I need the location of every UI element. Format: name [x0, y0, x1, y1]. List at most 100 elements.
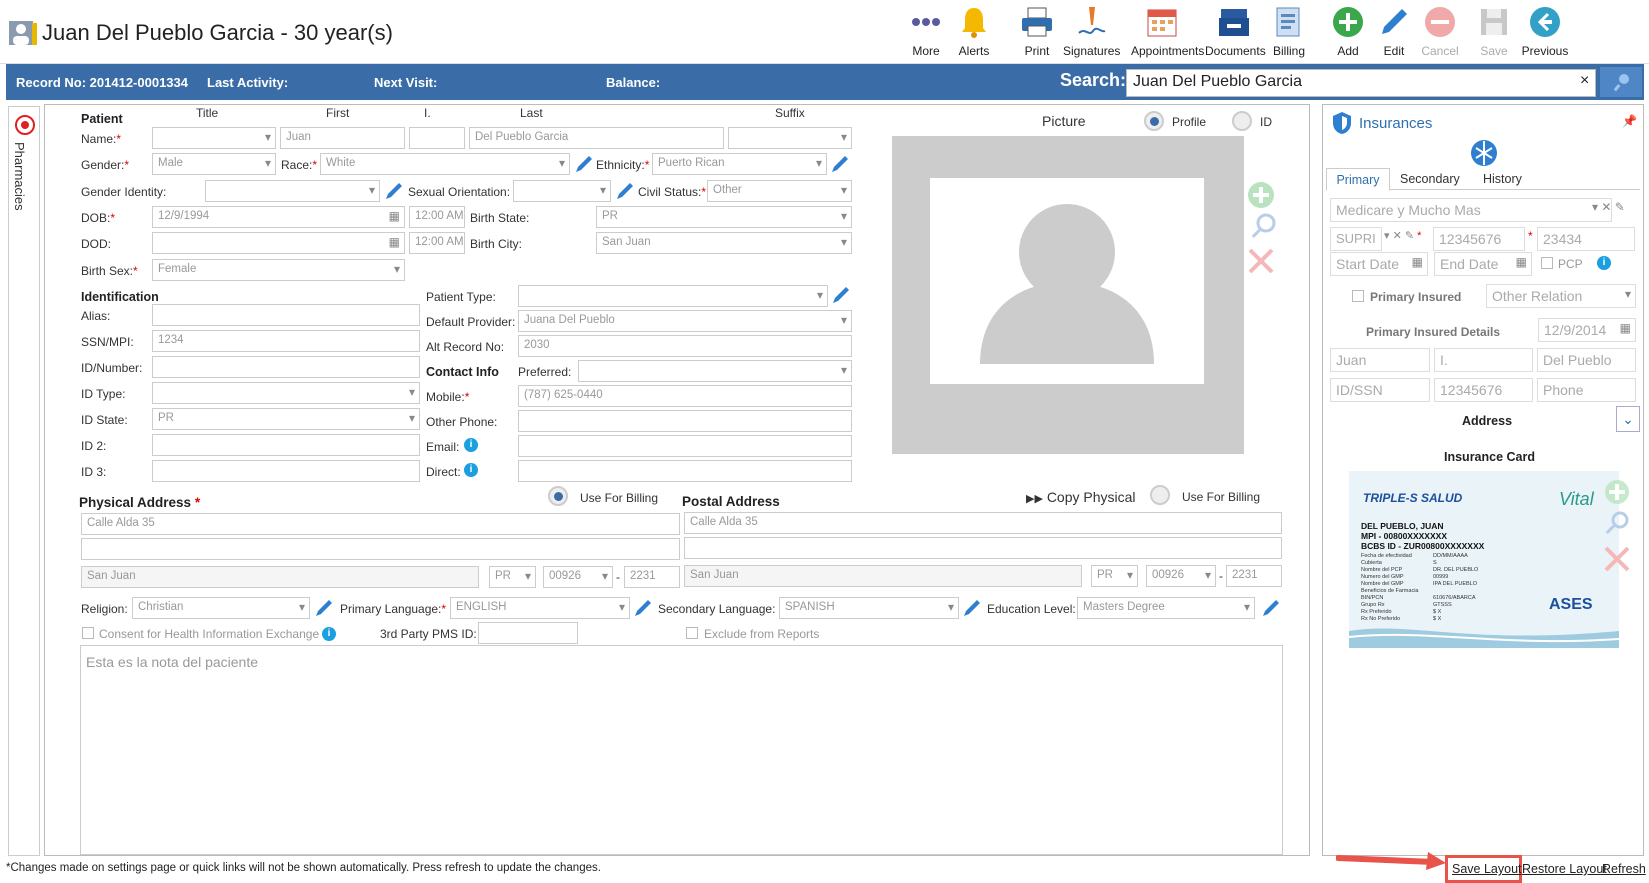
postal-line2-input[interactable] — [684, 537, 1282, 559]
postal-billing-radio[interactable] — [1150, 485, 1170, 505]
code-actions-icon[interactable]: ▾ ✕ ✎ * — [1384, 229, 1421, 242]
secondary-language-select[interactable]: SPANISH — [779, 597, 959, 619]
suffix-select[interactable] — [728, 127, 852, 149]
primary-language-select[interactable]: ENGLISH — [450, 597, 630, 619]
idtype-select[interactable] — [152, 382, 420, 404]
pharmacies-tab[interactable]: Pharmacies — [12, 142, 27, 211]
idnumber-input[interactable] — [152, 356, 420, 378]
zoom-card-icon[interactable] — [1603, 510, 1631, 541]
physical-zip-select[interactable]: 00926 — [543, 566, 613, 588]
id2-input[interactable] — [152, 434, 420, 456]
secondary-language-edit-icon[interactable] — [962, 598, 982, 618]
patient-notes-textarea[interactable]: Esta es la nota del paciente — [80, 645, 1283, 855]
physical-line1-input[interactable]: Calle Alda 35 — [81, 513, 680, 535]
alias-input[interactable] — [152, 304, 420, 326]
postal-line1-input[interactable]: Calle Alda 35 — [684, 512, 1282, 534]
insurance-globe-icon[interactable] — [1470, 139, 1498, 170]
direct-info-icon[interactable]: i — [464, 463, 478, 477]
clear-search-button[interactable]: × — [1580, 72, 1589, 90]
pin-icon[interactable]: 📌 — [1622, 114, 1637, 128]
id-radio[interactable] — [1232, 111, 1252, 131]
restore-layout-link[interactable]: Restore Layout — [1522, 862, 1607, 876]
dod-input[interactable] — [152, 232, 405, 254]
birth-sex-select[interactable]: Female — [152, 259, 405, 281]
delete-card-icon[interactable] — [1603, 545, 1631, 576]
ssn-input[interactable]: 1234 — [152, 330, 420, 352]
sexual-orientation-edit-icon[interactable] — [615, 181, 635, 201]
civil-status-select[interactable]: Other — [707, 180, 852, 202]
other-relation-select[interactable]: Other Relation — [1486, 284, 1636, 308]
first-name-input[interactable]: Juan — [280, 127, 405, 149]
email-input[interactable] — [518, 435, 852, 457]
plan-actions-icon[interactable]: ▾ ✕ ✎ — [1592, 200, 1625, 214]
postal-city-input[interactable]: San Juan — [684, 565, 1082, 587]
gender-identity-select[interactable] — [205, 180, 380, 202]
ethnicity-edit-icon[interactable] — [830, 154, 850, 174]
physical-zip4-input[interactable]: 2231 — [624, 566, 680, 588]
dob-time-input[interactable]: 12:00 AM — [409, 206, 465, 228]
delete-picture-icon[interactable] — [1246, 246, 1276, 279]
insured-dob-input[interactable]: 12/9/2014 — [1538, 318, 1636, 342]
cancel-button[interactable]: Cancel — [1412, 4, 1468, 58]
patient-type-select[interactable] — [518, 285, 828, 307]
insured-first-input[interactable]: Juan — [1330, 348, 1430, 372]
insured-id-input[interactable]: 12345676 — [1434, 378, 1533, 402]
other-phone-input[interactable] — [518, 410, 852, 432]
primary-insured-checkbox[interactable] — [1352, 290, 1364, 302]
physical-line2-input[interactable] — [81, 538, 680, 560]
gender-select[interactable]: Male — [152, 153, 276, 175]
birth-state-select[interactable]: PR — [596, 206, 852, 228]
pcp-info-icon[interactable]: i — [1597, 256, 1611, 270]
pcp-checkbox[interactable] — [1541, 257, 1553, 269]
start-date-input[interactable]: Start Date — [1330, 252, 1428, 276]
consent-info-icon[interactable]: i — [322, 627, 336, 641]
religion-edit-icon[interactable] — [314, 598, 334, 618]
exclude-checkbox[interactable] — [686, 627, 698, 639]
patient-type-edit-icon[interactable] — [831, 285, 851, 305]
primary-language-edit-icon[interactable] — [633, 598, 653, 618]
insurance-card-image[interactable]: TRIPLE-S SALUD DEL PUEBLO, JUAN MPI - 00… — [1349, 471, 1619, 648]
postal-zip4-input[interactable]: 2231 — [1226, 565, 1282, 587]
sexual-orientation-select[interactable] — [513, 180, 611, 202]
insured-initial-input[interactable]: I. — [1434, 348, 1533, 372]
alerts-button[interactable]: Alerts — [946, 4, 1002, 58]
direct-input[interactable] — [518, 460, 852, 482]
save-layout-link[interactable]: Save Layout — [1452, 862, 1522, 876]
tab-history[interactable]: History — [1483, 172, 1522, 186]
search-input[interactable]: Juan Del Pueblo Garcia — [1126, 69, 1596, 97]
physical-billing-radio[interactable] — [548, 486, 568, 506]
add-card-icon[interactable] — [1603, 478, 1631, 509]
copy-physical-button[interactable]: ▶▶ Copy Physical — [1026, 489, 1136, 505]
insured-last-input[interactable]: Del Pueblo — [1537, 348, 1636, 372]
tab-primary[interactable]: Primary — [1326, 168, 1390, 191]
save-button[interactable]: Save — [1466, 4, 1522, 58]
tab-secondary[interactable]: Secondary — [1400, 172, 1460, 186]
previous-button[interactable]: Previous — [1517, 4, 1573, 58]
postal-state-select[interactable]: PR — [1091, 565, 1138, 587]
billing-button[interactable]: Billing — [1261, 4, 1317, 58]
refresh-link[interactable]: Refresh — [1602, 862, 1646, 876]
dod-time-input[interactable]: 12:00 AM — [409, 232, 465, 254]
id3-input[interactable] — [152, 460, 420, 482]
race-select[interactable]: White — [320, 153, 570, 175]
postal-zip-select[interactable]: 00926 — [1146, 565, 1216, 587]
search-button[interactable] — [1600, 67, 1642, 97]
expand-address-button[interactable]: ⌄ — [1616, 406, 1640, 432]
zoom-picture-icon[interactable] — [1248, 212, 1278, 245]
birth-city-select[interactable]: San Juan — [596, 232, 852, 254]
insured-phone-input[interactable]: Phone — [1537, 378, 1636, 402]
education-edit-icon[interactable] — [1261, 598, 1281, 618]
dob-input[interactable]: 12/9/1994 — [152, 206, 405, 228]
member-id-input[interactable]: 12345676 — [1433, 227, 1525, 251]
pms-input[interactable] — [478, 622, 578, 644]
physical-city-input[interactable]: San Juan — [81, 566, 479, 588]
idstate-select[interactable]: PR — [152, 408, 420, 430]
appointments-button[interactable]: Appointments — [1131, 4, 1204, 58]
title-select[interactable] — [152, 127, 276, 149]
print-button[interactable]: Print — [1009, 4, 1065, 58]
insured-idssn-input[interactable]: ID/SSN — [1330, 378, 1430, 402]
last-name-input[interactable]: Del Pueblo Garcia — [469, 127, 724, 149]
physical-state-select[interactable]: PR — [489, 566, 536, 588]
email-info-icon[interactable]: i — [464, 438, 478, 452]
consent-checkbox[interactable] — [82, 627, 94, 639]
